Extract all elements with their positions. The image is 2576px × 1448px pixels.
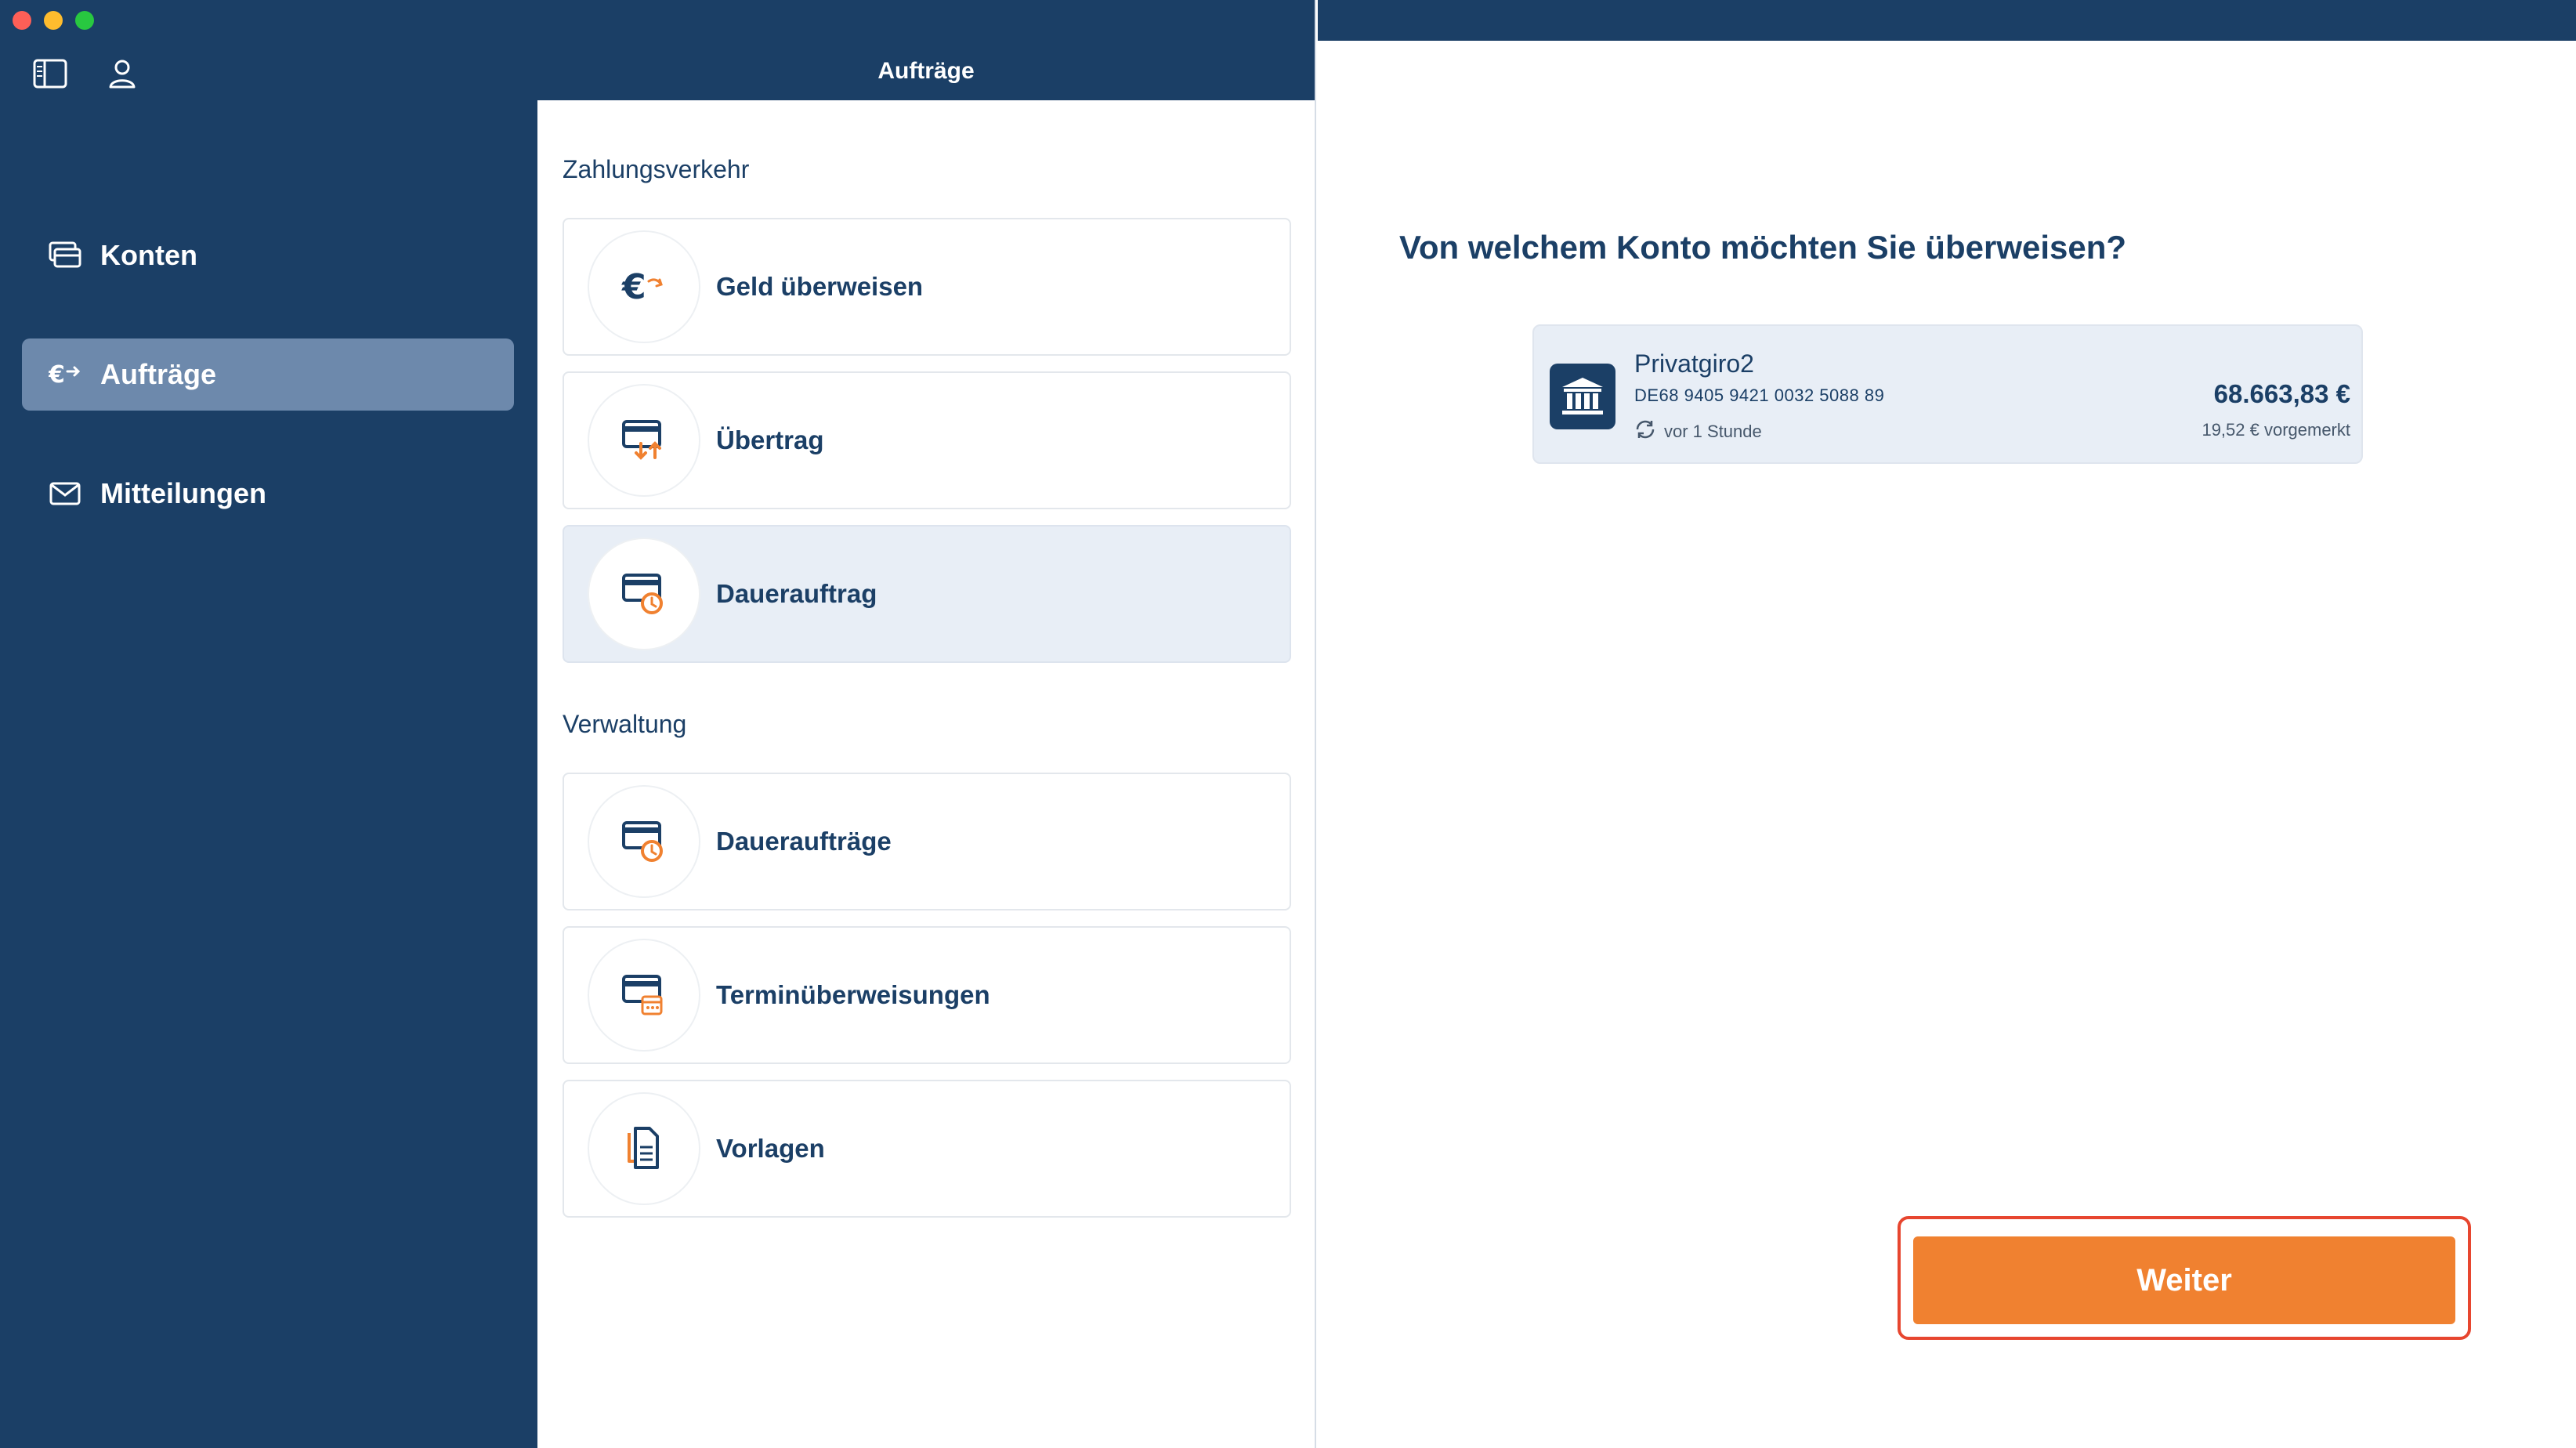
order-item-dauerauftraege[interactable]: Daueraufträge (563, 773, 1291, 910)
toolbar (1318, 0, 2576, 41)
account-iban: DE68 9405 9421 0032 5088 89 (1634, 386, 1885, 405)
order-item-label: Dauerauftrag (716, 579, 877, 608)
sync-time: vor 1 Stunde (1664, 422, 1762, 441)
order-item-label: Terminüberweisungen (716, 980, 990, 1009)
order-item-uebertrag[interactable]: Übertrag (563, 371, 1291, 509)
order-item-vorlagen[interactable]: Vorlagen (563, 1080, 1291, 1218)
euro-send-icon: € (588, 230, 700, 343)
sidebar: Konten € Aufträge Mitteilungen (0, 0, 537, 1448)
sidebar-item-mitteilungen[interactable]: Mitteilungen (22, 458, 514, 530)
card-clock-icon (588, 785, 700, 898)
sidebar-item-konten[interactable]: Konten (22, 219, 514, 291)
accounts-icon (47, 237, 83, 273)
account-card[interactable]: Privatgiro2 DE68 9405 9421 0032 5088 89 … (1532, 324, 2363, 464)
sidebar-item-label: Konten (100, 239, 197, 271)
orders-panel: Aufträge Zahlungsverkehr € Geld überweis… (537, 0, 1316, 1448)
document-icon (588, 1092, 700, 1205)
next-button[interactable]: Weiter (1913, 1236, 2455, 1324)
window-controls (13, 11, 94, 30)
close-window-button[interactable] (13, 11, 31, 30)
euro-transfer-icon: € (47, 357, 83, 393)
sidebar-nav: Konten € Aufträge Mitteilungen (22, 219, 514, 577)
sidebar-item-auftraege[interactable]: € Aufträge (22, 338, 514, 411)
section-title-zahlungsverkehr: Zahlungsverkehr (563, 155, 750, 183)
minimize-window-button[interactable] (44, 11, 63, 30)
bank-icon (1550, 364, 1615, 429)
section-title-verwaltung: Verwaltung (563, 710, 687, 738)
order-item-label: Daueraufträge (716, 827, 892, 856)
order-item-terminueberweisungen[interactable]: Terminüberweisungen (563, 926, 1291, 1064)
account-name: Privatgiro2 (1634, 349, 1754, 378)
sidebar-item-label: Aufträge (100, 358, 217, 390)
sync-icon (1634, 420, 1656, 443)
svg-text:€: € (621, 267, 646, 306)
page-title: Von welchem Konto möchten Sie überweisen… (1399, 229, 2127, 266)
card-calendar-icon (588, 939, 700, 1052)
sidebar-item-label: Mitteilungen (100, 477, 266, 509)
svg-text:€: € (49, 361, 65, 389)
card-transfer-icon (588, 384, 700, 497)
card-clock-icon (588, 538, 700, 650)
panel-title: Aufträge (877, 58, 975, 84)
orders-header: Aufträge (537, 0, 1315, 100)
sidebar-toggle-icon[interactable] (31, 55, 69, 92)
order-item-label: Übertrag (716, 425, 824, 454)
order-item-label: Vorlagen (716, 1134, 825, 1163)
user-icon[interactable] (103, 55, 141, 92)
account-balance: 68.663,83 € (2213, 379, 2350, 408)
sync-status: vor 1 Stunde (1634, 420, 1762, 443)
transfer-main-pane: Von welchem Konto möchten Sie überweisen… (1318, 0, 2576, 1448)
zoom-window-button[interactable] (75, 11, 94, 30)
account-pending: 19,52 € vorgemerkt (2202, 420, 2350, 440)
mail-icon (47, 476, 83, 512)
order-item-dauerauftrag[interactable]: Dauerauftrag (563, 525, 1291, 663)
order-item-geld-ueberweisen[interactable]: € Geld überweisen (563, 218, 1291, 356)
order-item-label: Geld überweisen (716, 272, 924, 301)
